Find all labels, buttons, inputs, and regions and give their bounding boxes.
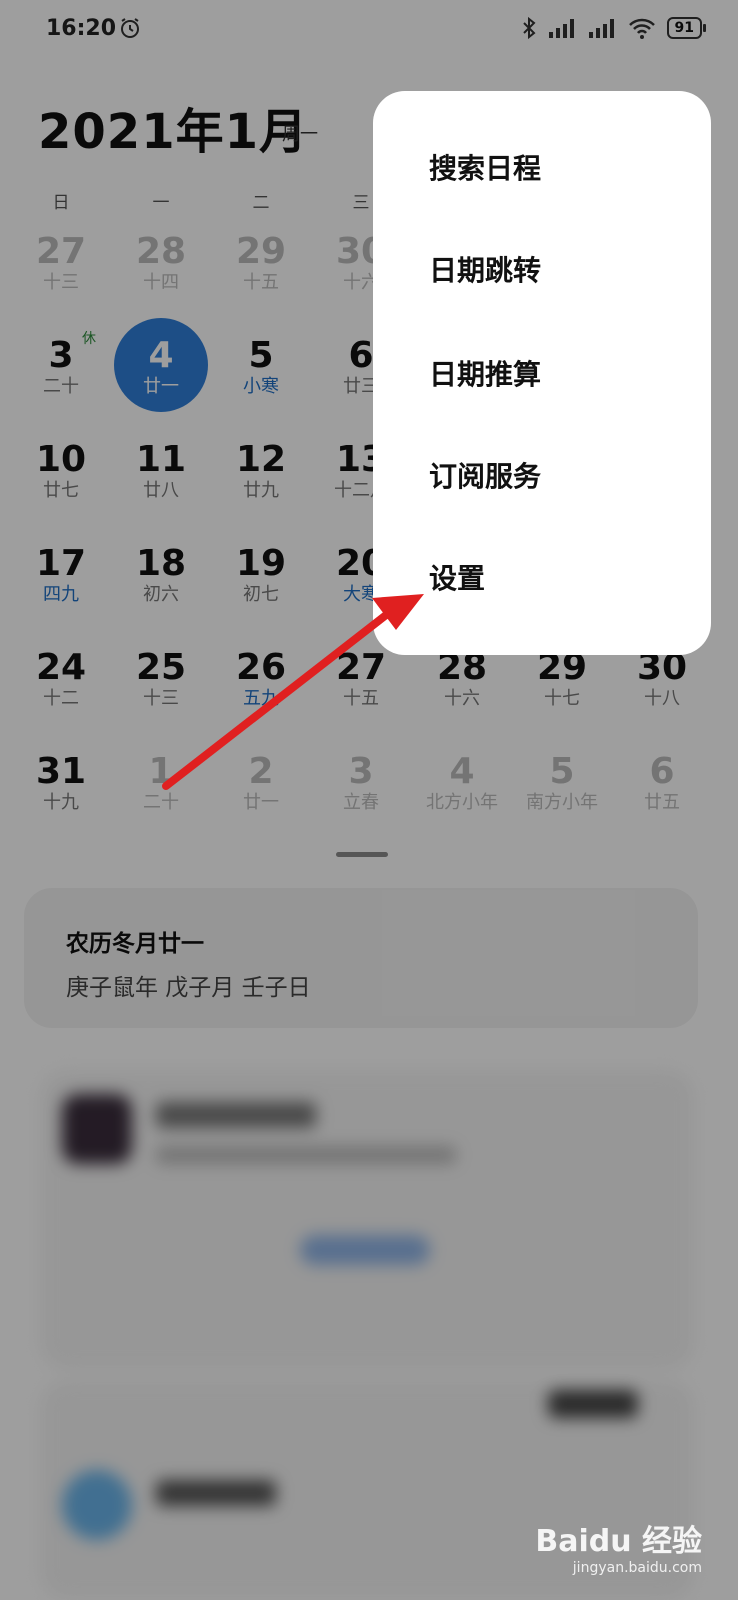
more-options-menu: 搜索日程 日期跳转 日期推算 订阅服务 设置: [373, 91, 711, 655]
menu-item-date-calc[interactable]: 日期推算: [429, 353, 541, 393]
watermark-brand: Baidu 经验: [535, 1524, 702, 1559]
menu-item-settings[interactable]: 设置: [429, 557, 485, 597]
menu-item-date-jump[interactable]: 日期跳转: [429, 249, 541, 289]
baidu-watermark: Baidu 经验 jingyan.baidu.com: [535, 1516, 702, 1576]
menu-item-subscription[interactable]: 订阅服务: [429, 455, 541, 495]
watermark-url: jingyan.baidu.com: [572, 1560, 702, 1576]
menu-item-search-schedule[interactable]: 搜索日程: [429, 147, 541, 187]
